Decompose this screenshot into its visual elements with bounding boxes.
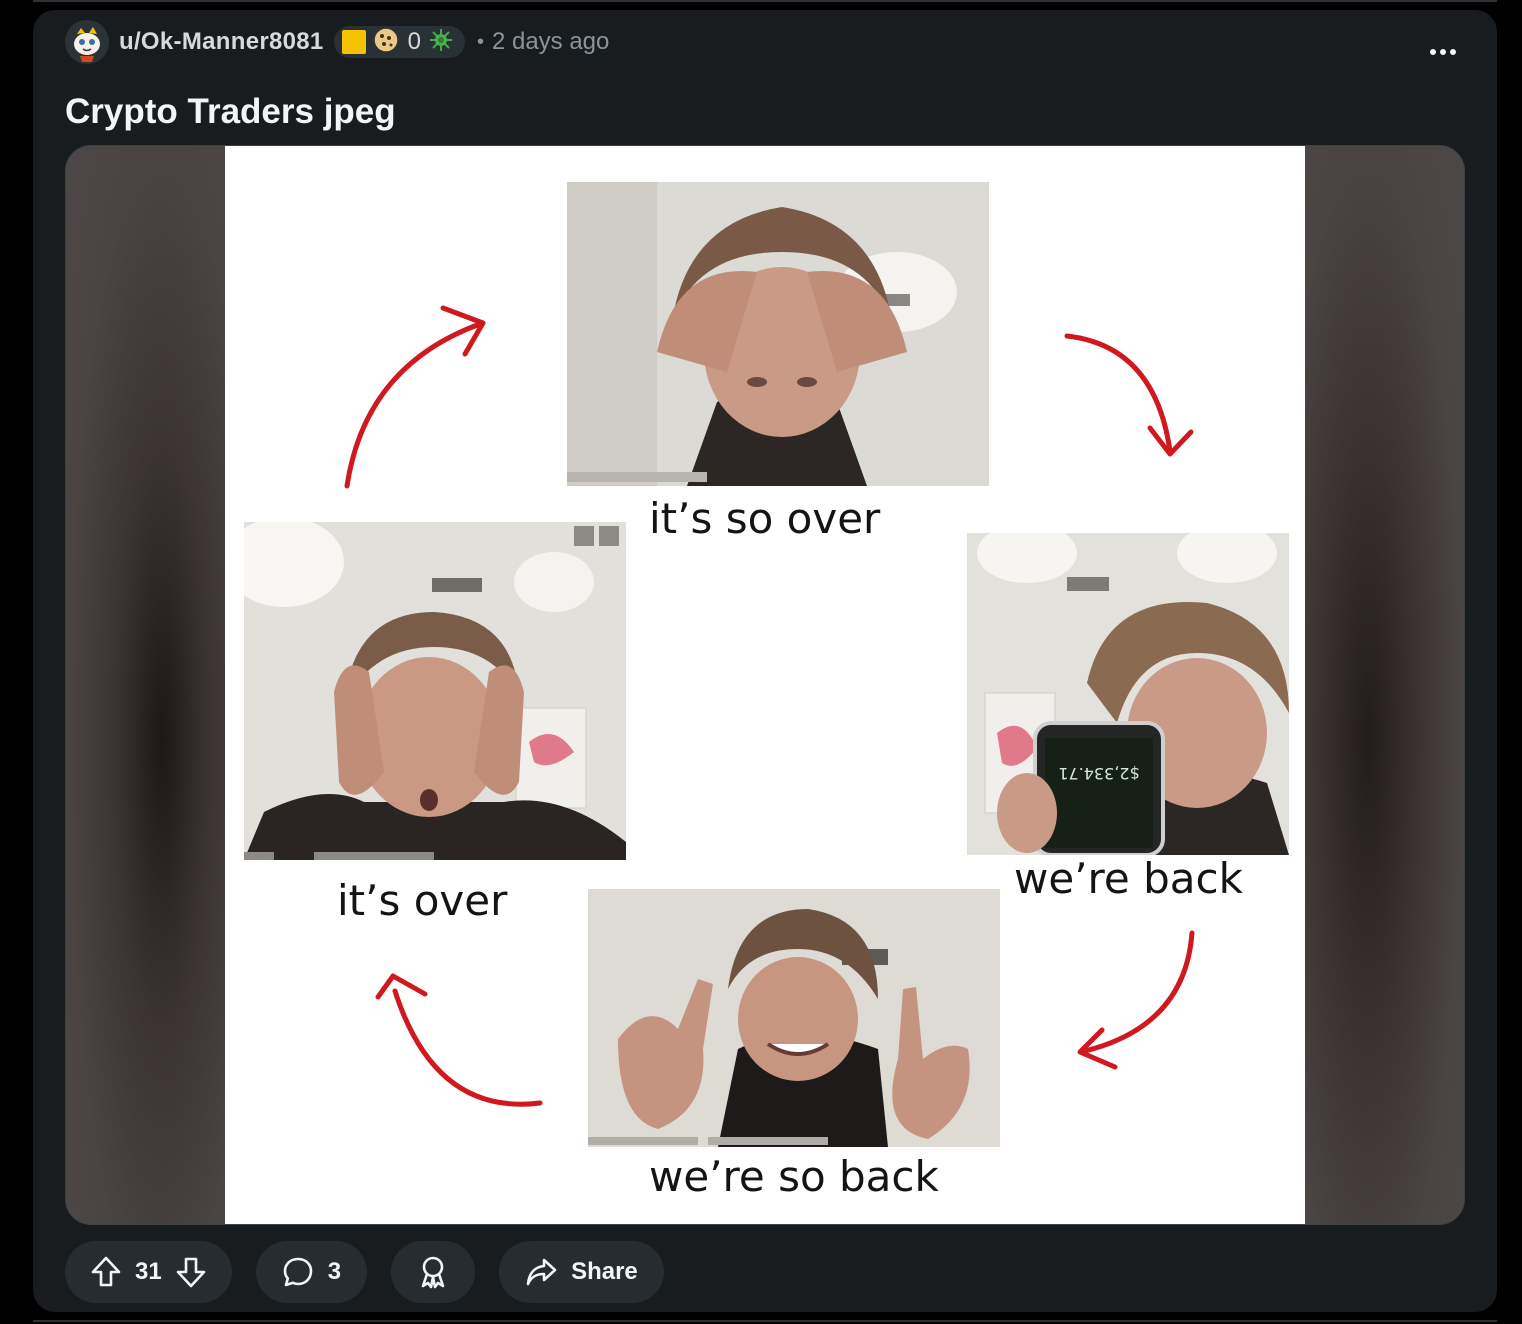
caption-its-so-over: it’s so over bbox=[649, 494, 881, 543]
flair-square-icon bbox=[341, 30, 366, 54]
arrow-left-to-top-head bbox=[440, 305, 486, 357]
caption-its-over: it’s over bbox=[337, 876, 508, 925]
vote-pill: 31 bbox=[65, 1241, 232, 1303]
share-icon bbox=[525, 1257, 557, 1287]
flair-count: 0 bbox=[407, 28, 421, 55]
arrow-top-to-right bbox=[1064, 333, 1173, 454]
photo-were-so-back bbox=[588, 889, 1000, 1147]
share-button[interactable]: Share bbox=[499, 1241, 664, 1303]
photo-were-back: $2,334.71 bbox=[967, 533, 1289, 855]
photo-its-so-over bbox=[567, 182, 989, 486]
post-timestamp[interactable]: 2 days ago bbox=[492, 28, 609, 56]
top-divider bbox=[33, 0, 1497, 2]
user-flair: 0 bbox=[333, 26, 465, 59]
avatar-icon[interactable] bbox=[65, 20, 109, 64]
post-card[interactable]: u/Ok-Manner8081 0 • 2 days ago Crypto Tr… bbox=[33, 10, 1497, 1312]
share-label: Share bbox=[571, 1258, 638, 1285]
arrow-top-to-right-head bbox=[1147, 425, 1194, 457]
post-header: u/Ok-Manner8081 0 • 2 days ago bbox=[65, 20, 609, 64]
upvote-icon[interactable] bbox=[91, 1256, 121, 1288]
arrow-bottom-to-left bbox=[392, 988, 543, 1107]
arrow-right-to-bottom bbox=[1082, 930, 1195, 1054]
vote-count: 31 bbox=[135, 1258, 162, 1285]
media-blur-backdrop-left bbox=[66, 146, 226, 1224]
comment-count: 3 bbox=[327, 1258, 342, 1285]
virus-icon bbox=[429, 28, 453, 57]
comment-icon bbox=[282, 1256, 314, 1288]
arrow-left-to-top bbox=[344, 321, 483, 489]
arrow-bottom-to-left-head bbox=[375, 973, 428, 1000]
phone-balance: $2,334.71 bbox=[1058, 764, 1139, 783]
downvote-icon[interactable] bbox=[176, 1256, 206, 1288]
post-media[interactable]: it’s so over $2,334.71 we’re back we’re … bbox=[65, 145, 1465, 1225]
media-blur-backdrop-right bbox=[1304, 146, 1464, 1224]
post-title[interactable]: Crypto Traders jpeg bbox=[65, 92, 396, 132]
more-icon[interactable] bbox=[1427, 36, 1459, 68]
post-actions: 31 3 Share bbox=[65, 1241, 664, 1305]
author-username[interactable]: u/Ok-Manner8081 bbox=[119, 28, 324, 56]
cookie-icon bbox=[372, 26, 400, 59]
meme-image: it’s so over $2,334.71 we’re back we’re … bbox=[225, 146, 1305, 1224]
comments-button[interactable]: 3 bbox=[255, 1241, 368, 1303]
award-icon bbox=[417, 1255, 449, 1289]
arrow-right-to-bottom-head bbox=[1077, 1027, 1118, 1070]
caption-were-so-back: we’re so back bbox=[649, 1152, 939, 1201]
photo-its-over bbox=[244, 522, 626, 860]
caption-were-back: we’re back bbox=[1014, 854, 1243, 903]
meta-separator: • bbox=[476, 30, 484, 53]
bottom-divider bbox=[33, 1320, 1497, 1322]
award-button[interactable] bbox=[391, 1241, 476, 1303]
